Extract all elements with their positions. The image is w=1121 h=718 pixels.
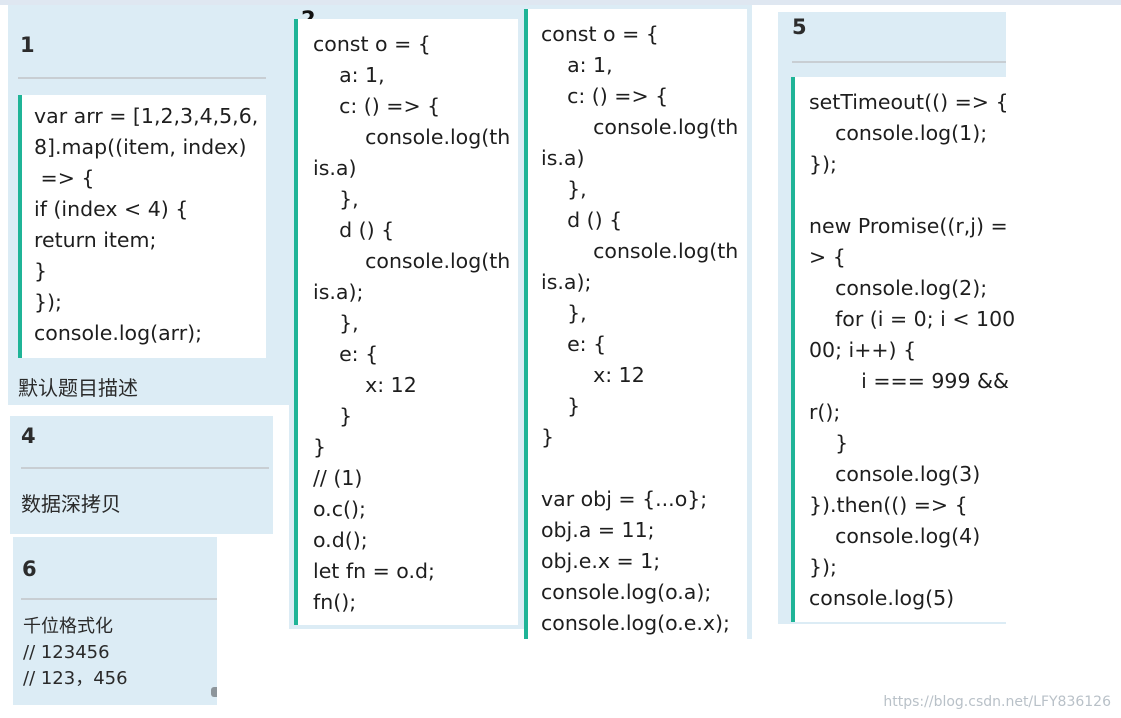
question-card-6[interactable]: 6 千位格式化 // 123456 // 123，456 xyxy=(13,537,217,705)
divider xyxy=(792,61,1006,63)
code-line: new Promise((r,j) = xyxy=(809,214,1008,238)
code-line: a: 1, xyxy=(313,63,385,87)
code-line: if (index < 4) { xyxy=(34,197,189,221)
code-line: is.a); xyxy=(541,270,592,294)
code-line: return item; xyxy=(34,228,157,252)
divider xyxy=(21,467,269,469)
code-line: for (i = 0; i < 100 xyxy=(809,307,1016,331)
code-line: x: 12 xyxy=(541,363,645,387)
code-line: }, xyxy=(313,311,359,335)
question-description: 数据深拷贝 xyxy=(21,492,121,516)
code-line: let fn = o.d; xyxy=(313,559,435,583)
code-line: is.a) xyxy=(313,156,357,180)
code-line: 千位格式化 xyxy=(23,616,113,637)
code-line: } xyxy=(541,394,581,418)
question-card-5[interactable]: 5 setTimeout(() => { console.log(1);}); … xyxy=(778,12,1016,624)
code-line: a: 1, xyxy=(541,53,613,77)
code-line: setTimeout(() => { xyxy=(809,90,1009,114)
code-line: r(); xyxy=(809,400,841,424)
code-line: console.log(1); xyxy=(809,121,988,145)
code-line: }); xyxy=(34,290,62,314)
code-block: var arr = [1,2,3,4,5,6, 8].map((item, ind… xyxy=(18,95,266,358)
question-description: 默认题目描述 xyxy=(18,376,138,400)
code-line: console.log(th xyxy=(541,115,739,139)
code-line: is.a) xyxy=(541,146,585,170)
code-line: console.log(o.a); xyxy=(541,580,712,604)
code-line: is.a); xyxy=(313,280,364,304)
question-description: 千位格式化 // 123456 // 123，456 xyxy=(23,614,128,692)
code-line: }, xyxy=(541,177,587,201)
code-line: console.log(5) xyxy=(809,586,955,610)
code-line: } xyxy=(313,435,327,459)
code-line: } xyxy=(34,259,48,283)
scroll-handle[interactable] xyxy=(211,687,217,697)
code-line: console.log(th xyxy=(541,239,739,263)
code-line: }, xyxy=(541,301,587,325)
question-card-1[interactable]: 1 var arr = [1,2,3,4,5,6, 8].map((item, i… xyxy=(8,5,289,405)
code-block: const o = { a: 1, c: () => { console.log… xyxy=(524,9,747,639)
code-line: o.c(); xyxy=(313,497,366,521)
code-line: console.log(2); xyxy=(809,276,988,300)
code-line: const o = { xyxy=(541,22,659,46)
question-number: 4 xyxy=(21,424,36,448)
code-line: fn(); xyxy=(313,590,357,614)
code-line: d () { xyxy=(313,218,395,242)
question-card-3[interactable]: 3 const o = { a: 1, c: () => { console.l… xyxy=(524,5,752,639)
question-card-2[interactable]: 2 const o = { a: 1, c: () => { console.l… xyxy=(289,5,524,629)
code-line: d () { xyxy=(541,208,623,232)
code-line: obj.e.x = 1; xyxy=(541,549,661,573)
code-line: 00; i++) { xyxy=(809,338,917,362)
code-line: // 123，456 xyxy=(23,668,128,689)
question-number: 5 xyxy=(792,15,807,39)
code-line: }).then(() => { xyxy=(809,493,968,517)
question-number: 6 xyxy=(22,557,37,581)
code-line: } xyxy=(313,404,353,428)
code-line: c: () => { xyxy=(541,84,669,108)
code-line: x: 12 xyxy=(313,373,417,397)
code-line: // (1) xyxy=(313,466,363,490)
code-block: setTimeout(() => { console.log(1);}); ne… xyxy=(791,77,1016,622)
code-line: e: { xyxy=(313,342,379,366)
code-line: e: { xyxy=(541,332,607,356)
code-line: console.log(4) xyxy=(809,524,981,548)
code-line: } xyxy=(809,431,849,455)
code-line: console.log(th xyxy=(313,125,511,149)
code-line: // 123456 xyxy=(23,642,110,663)
divider xyxy=(21,598,217,600)
code-line: o.d(); xyxy=(313,528,368,552)
code-line: }); xyxy=(809,152,837,176)
code-line: } xyxy=(541,425,555,449)
code-line: => { xyxy=(34,166,95,190)
watermark: https://blog.csdn.net/LFY836126 xyxy=(883,694,1111,710)
code-line: console.log(3) xyxy=(809,462,981,486)
code-line: obj.a = 11; xyxy=(541,518,655,542)
code-block: const o = { a: 1, c: () => { console.log… xyxy=(294,19,518,625)
code-line: 8].map((item, index) xyxy=(34,135,247,159)
code-line: console.log(arr); xyxy=(34,321,203,345)
code-line: const o = { xyxy=(313,32,431,56)
code-line: c: () => { xyxy=(313,94,441,118)
code-line: var obj = {...o}; xyxy=(541,487,708,511)
code-line: i === 999 && xyxy=(809,369,1010,393)
code-line: }, xyxy=(313,187,359,211)
question-card-4[interactable]: 4 数据深拷贝 xyxy=(10,416,273,534)
code-line: > { xyxy=(809,245,846,269)
code-line: }); xyxy=(809,555,837,579)
code-line: console.log(o.e.x); xyxy=(541,611,730,635)
code-line: console.log(th xyxy=(313,249,511,273)
question-number: 1 xyxy=(20,33,35,57)
divider xyxy=(18,77,266,79)
code-line: var arr = [1,2,3,4,5,6, xyxy=(34,104,259,128)
